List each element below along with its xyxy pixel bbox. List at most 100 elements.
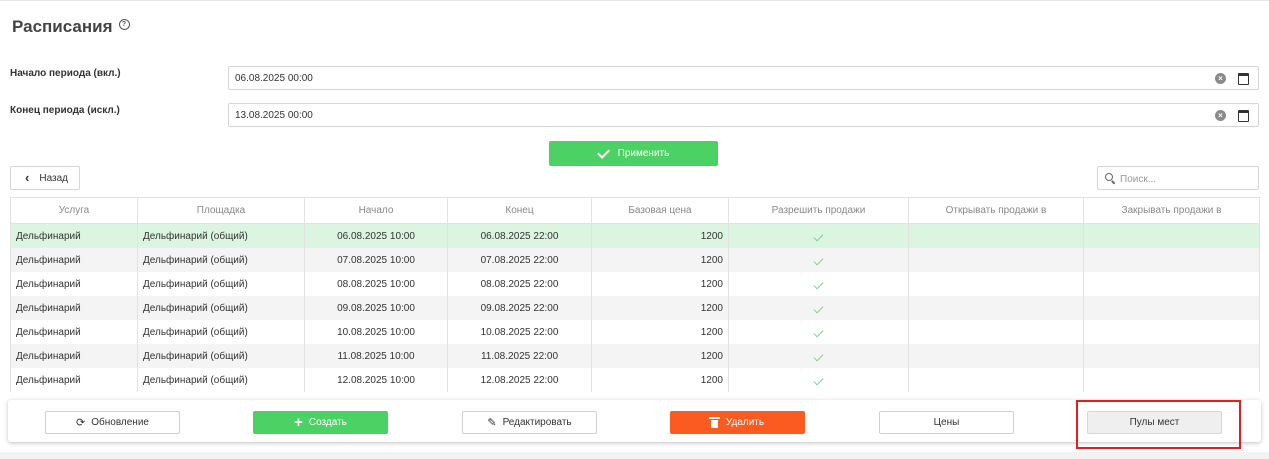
table-row[interactable]: Дельфинарий Дельфинарий (общий) 07.08.2025… [10, 248, 1260, 272]
period-end-input[interactable]: 13.08.2025 00:00 × [228, 103, 1259, 127]
refresh-button[interactable]: ⟳ Обновление [45, 411, 180, 434]
refresh-button-label: Обновление [91, 417, 149, 428]
cell-end: 12.08.2025 22:00 [447, 368, 592, 392]
table-row[interactable]: Дельфинарий Дельфинарий (общий) 08.08.2025… [10, 272, 1260, 296]
cell-open-at [908, 344, 1084, 368]
column-header[interactable]: Разрешить продажи [728, 197, 909, 224]
table-row[interactable]: Дельфинарий Дельфинарий (общий) 06.08.2025… [10, 223, 1260, 248]
checkmark-icon [813, 231, 824, 241]
schedules-table: Услуга Площадка Начало Конец Базовая цен… [10, 197, 1260, 392]
column-header[interactable]: Конец [447, 197, 592, 224]
table-row[interactable]: Дельфинарий Дельфинарий (общий) 12.08.2025… [10, 368, 1260, 392]
period-end-label: Конец периода (искл.) [10, 105, 120, 116]
column-header[interactable]: Площадка [137, 197, 305, 224]
clear-icon[interactable]: × [1215, 110, 1226, 121]
cell-close-at [1083, 248, 1260, 272]
column-header[interactable]: Начало [304, 197, 448, 224]
edit-button[interactable]: ✎ Редактировать [462, 411, 597, 434]
cell-close-at [1083, 320, 1260, 344]
help-icon[interactable]: ? [118, 18, 130, 30]
cell-service: Дельфинарий [10, 223, 138, 248]
cell-end: 08.08.2025 22:00 [447, 272, 592, 296]
cell-price: 1200 [591, 344, 729, 368]
schedules-panel: Расписания ? Начало периода (вкл.) 06.08… [0, 0, 1269, 452]
apply-button-label: Применить [617, 148, 670, 159]
checkmark-icon [813, 351, 824, 361]
cell-venue: Дельфинарий (общий) [137, 368, 305, 392]
cell-start: 10.08.2025 10:00 [304, 320, 448, 344]
checkmark-icon [813, 303, 824, 313]
column-header[interactable]: Услуга [10, 197, 138, 224]
column-header[interactable]: Базовая цена [591, 197, 729, 224]
clear-icon[interactable]: × [1215, 73, 1226, 84]
search-input[interactable] [1118, 170, 1252, 188]
cell-start: 09.08.2025 10:00 [304, 296, 448, 320]
cell-start: 12.08.2025 10:00 [304, 368, 448, 392]
allow-sales-cell [728, 344, 909, 368]
cell-service: Дельфинарий [10, 344, 138, 368]
period-start-input[interactable]: 06.08.2025 00:00 × [228, 66, 1259, 90]
cell-venue: Дельфинарий (общий) [137, 223, 305, 248]
cell-open-at [908, 320, 1084, 344]
back-button[interactable]: ‹ Назад [10, 166, 80, 190]
period-start-label: Начало периода (вкл.) [10, 68, 121, 79]
allow-sales-cell [728, 368, 909, 392]
cell-venue: Дельфинарий (общий) [137, 320, 305, 344]
cell-close-at [1083, 272, 1260, 296]
cell-price: 1200 [591, 320, 729, 344]
apply-button[interactable]: Применить [549, 141, 718, 166]
cell-price: 1200 [591, 368, 729, 392]
cell-end: 06.08.2025 22:00 [447, 223, 592, 248]
cell-venue: Дельфинарий (общий) [137, 272, 305, 296]
search-icon [1105, 173, 1113, 181]
cell-open-at [908, 368, 1084, 392]
cell-service: Дельфинарий [10, 248, 138, 272]
table-row[interactable]: Дельфинарий Дельфинарий (общий) 09.08.2025… [10, 296, 1260, 320]
cell-price: 1200 [591, 296, 729, 320]
column-header[interactable]: Закрывать продажи в [1083, 197, 1260, 224]
allow-sales-cell [728, 320, 909, 344]
trash-icon [708, 416, 720, 428]
allow-sales-cell [728, 296, 909, 320]
cell-service: Дельфинарий [10, 320, 138, 344]
checkmark-icon [813, 279, 824, 289]
cell-start: 08.08.2025 10:00 [304, 272, 448, 296]
cell-start: 07.08.2025 10:00 [304, 248, 448, 272]
checkmark-icon [813, 375, 824, 385]
refresh-icon: ⟳ [76, 417, 86, 429]
cell-close-at [1083, 223, 1260, 248]
column-header[interactable]: Открывать продажи в [908, 197, 1084, 224]
calendar-icon[interactable] [1238, 110, 1249, 122]
create-button[interactable]: + Создать [253, 411, 388, 434]
cell-open-at [908, 223, 1084, 248]
cell-open-at [908, 248, 1084, 272]
cell-end: 09.08.2025 22:00 [447, 296, 592, 320]
cell-open-at [908, 272, 1084, 296]
cell-end: 10.08.2025 22:00 [447, 320, 592, 344]
calendar-icon[interactable] [1238, 73, 1249, 85]
pencil-icon: ✎ [487, 417, 497, 429]
cell-end: 07.08.2025 22:00 [447, 248, 592, 272]
search-box[interactable] [1097, 166, 1259, 190]
cell-price: 1200 [591, 223, 729, 248]
page-title-text: Расписания [12, 17, 113, 36]
table-row[interactable]: Дельфинарий Дельфинарий (общий) 11.08.2025… [10, 344, 1260, 368]
cell-service: Дельфинарий [10, 272, 138, 296]
period-end-value: 13.08.2025 00:00 [235, 110, 313, 121]
create-button-label: Создать [308, 417, 347, 428]
highlight-frame [1076, 400, 1241, 449]
allow-sales-cell [728, 223, 909, 248]
prices-button[interactable]: Цены [879, 411, 1014, 434]
chevron-left-icon: ‹ [25, 169, 30, 185]
cell-close-at [1083, 296, 1260, 320]
table-row[interactable]: Дельфинарий Дельфинарий (общий) 10.08.2025… [10, 320, 1260, 344]
delete-button[interactable]: Удалить [670, 411, 805, 434]
checkmark-icon [813, 255, 824, 265]
allow-sales-cell [728, 272, 909, 296]
cell-service: Дельфинарий [10, 296, 138, 320]
cell-open-at [908, 296, 1084, 320]
delete-button-label: Удалить [725, 417, 765, 428]
table-header-row: Услуга Площадка Начало Конец Базовая цен… [10, 197, 1260, 224]
prices-button-label: Цены [933, 417, 960, 428]
cell-close-at [1083, 368, 1260, 392]
